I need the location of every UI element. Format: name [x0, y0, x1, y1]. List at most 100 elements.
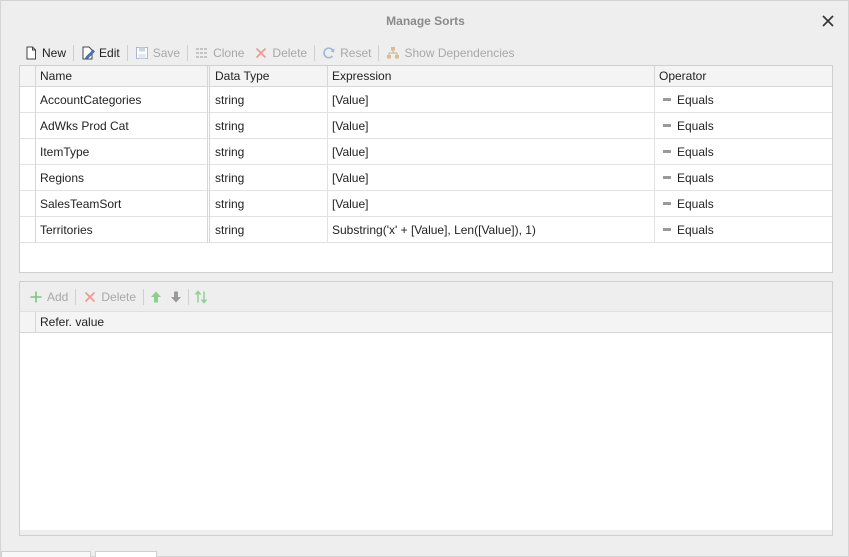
cell-data-type[interactable]: string: [211, 113, 328, 139]
column-header-name[interactable]: Name: [36, 66, 210, 87]
sorts-grid: Name Data Type Expression Operator Accou…: [19, 65, 833, 273]
table-row[interactable]: AdWks Prod Cat string [Value] Equals: [20, 113, 832, 139]
delete-reference-button[interactable]: Delete: [78, 287, 141, 307]
cell-name[interactable]: SalesTeamSort: [36, 191, 210, 217]
add-button-label: Add: [47, 289, 69, 304]
bottom-tab-strip: [1, 551, 161, 557]
sort-button[interactable]: [191, 287, 211, 307]
dialog-title: Manage Sorts: [386, 14, 465, 28]
clone-button[interactable]: Clone: [190, 43, 249, 63]
cell-name[interactable]: AccountCategories: [36, 87, 210, 113]
cell-operator[interactable]: Equals: [655, 139, 832, 165]
row-indicator[interactable]: [20, 191, 36, 217]
cell-operator[interactable]: Equals: [655, 165, 832, 191]
edit-button[interactable]: Edit: [76, 43, 125, 63]
cell-expression[interactable]: [Value]: [328, 113, 655, 139]
cell-name[interactable]: Regions: [36, 165, 210, 191]
move-down-button[interactable]: [166, 287, 186, 307]
cell-data-type[interactable]: string: [211, 165, 328, 191]
row-indicator-header: [20, 66, 36, 87]
sort-icon: [195, 289, 208, 304]
column-header-operator[interactable]: Operator: [655, 66, 832, 87]
show-dependencies-button-label: Show Dependencies: [404, 46, 515, 60]
row-indicator[interactable]: [20, 139, 36, 165]
cell-operator[interactable]: Equals: [655, 191, 832, 217]
toolbar-separator: [126, 45, 128, 61]
manage-sorts-dialog: Manage Sorts New Edit Save Clone Delete …: [0, 0, 849, 557]
toolbar-separator: [378, 45, 380, 61]
delete-icon: [85, 291, 96, 302]
clone-icon: [196, 48, 208, 58]
column-header-expression[interactable]: Expression: [328, 66, 655, 87]
toolbar-separator: [73, 45, 75, 61]
panel-footer: [20, 530, 832, 535]
operator-label: Equals: [677, 93, 714, 107]
bottom-tab[interactable]: [1, 551, 91, 557]
edit-icon: [82, 46, 95, 60]
save-icon: [135, 47, 148, 59]
cell-operator[interactable]: Equals: [655, 217, 832, 243]
table-row[interactable]: Regions string [Value] Equals: [20, 165, 832, 191]
operator-label: Equals: [677, 197, 714, 211]
arrow-up-icon: [151, 291, 162, 302]
delete-reference-button-label: Delete: [101, 289, 137, 304]
close-icon: [822, 15, 834, 27]
column-header-reference-value[interactable]: Refer. value: [36, 312, 832, 333]
save-button-label: Save: [152, 46, 181, 60]
arrow-down-icon: [171, 291, 182, 302]
show-dependencies-button[interactable]: Show Dependencies: [381, 43, 519, 63]
reset-icon: [323, 47, 335, 59]
equals-icon: [663, 98, 671, 102]
table-row[interactable]: AccountCategories string [Value] Equals: [20, 87, 832, 113]
add-button[interactable]: Add: [24, 287, 73, 307]
table-row[interactable]: SalesTeamSort string [Value] Equals: [20, 191, 832, 217]
cell-expression[interactable]: [Value]: [328, 165, 655, 191]
cell-name[interactable]: Territories: [36, 217, 210, 243]
main-toolbar: New Edit Save Clone Delete Reset Show De…: [19, 43, 833, 63]
equals-icon: [663, 202, 671, 206]
toolbar-separator: [143, 288, 145, 305]
cell-operator[interactable]: Equals: [655, 87, 832, 113]
reset-button-label: Reset: [340, 46, 372, 60]
reference-values-header: Refer. value: [20, 312, 832, 333]
cell-data-type[interactable]: string: [211, 191, 328, 217]
row-indicator[interactable]: [20, 87, 36, 113]
cell-name[interactable]: AdWks Prod Cat: [36, 113, 210, 139]
equals-icon: [663, 150, 671, 154]
delete-button-label: Delete: [272, 46, 308, 60]
cell-expression[interactable]: [Value]: [328, 139, 655, 165]
cell-operator[interactable]: Equals: [655, 113, 832, 139]
new-button[interactable]: New: [19, 43, 71, 63]
row-indicator[interactable]: [20, 165, 36, 191]
clone-button-label: Clone: [213, 46, 245, 60]
toolbar-separator: [187, 45, 189, 61]
bottom-tab[interactable]: [95, 551, 157, 557]
cell-expression[interactable]: [Value]: [328, 87, 655, 113]
row-indicator-header: [20, 312, 36, 333]
move-up-button[interactable]: [146, 287, 166, 307]
save-button[interactable]: Save: [130, 43, 185, 63]
cell-data-type[interactable]: string: [211, 139, 328, 165]
column-header-data-type[interactable]: Data Type: [211, 66, 328, 87]
cell-data-type[interactable]: string: [211, 87, 328, 113]
toolbar-separator: [314, 45, 316, 61]
reset-button[interactable]: Reset: [317, 43, 376, 63]
table-row[interactable]: ItemType string [Value] Equals: [20, 139, 832, 165]
new-document-icon: [26, 46, 36, 60]
cell-expression[interactable]: Substring('x' + [Value], Len([Value]), 1…: [328, 217, 655, 243]
cell-data-type[interactable]: string: [211, 217, 328, 243]
row-indicator[interactable]: [20, 113, 36, 139]
delete-button[interactable]: Delete: [249, 43, 312, 63]
row-indicator[interactable]: [20, 217, 36, 243]
reference-values-toolbar: Add Delete: [20, 282, 832, 312]
equals-icon: [663, 176, 671, 180]
operator-label: Equals: [677, 171, 714, 185]
cell-expression[interactable]: [Value]: [328, 191, 655, 217]
toolbar-separator: [75, 288, 77, 305]
cell-name[interactable]: ItemType: [36, 139, 210, 165]
edit-button-label: Edit: [99, 46, 120, 60]
operator-label: Equals: [677, 145, 714, 159]
table-row[interactable]: Territories string Substring('x' + [Valu…: [20, 217, 832, 243]
close-button[interactable]: [820, 13, 836, 29]
toolbar-separator: [188, 288, 190, 305]
